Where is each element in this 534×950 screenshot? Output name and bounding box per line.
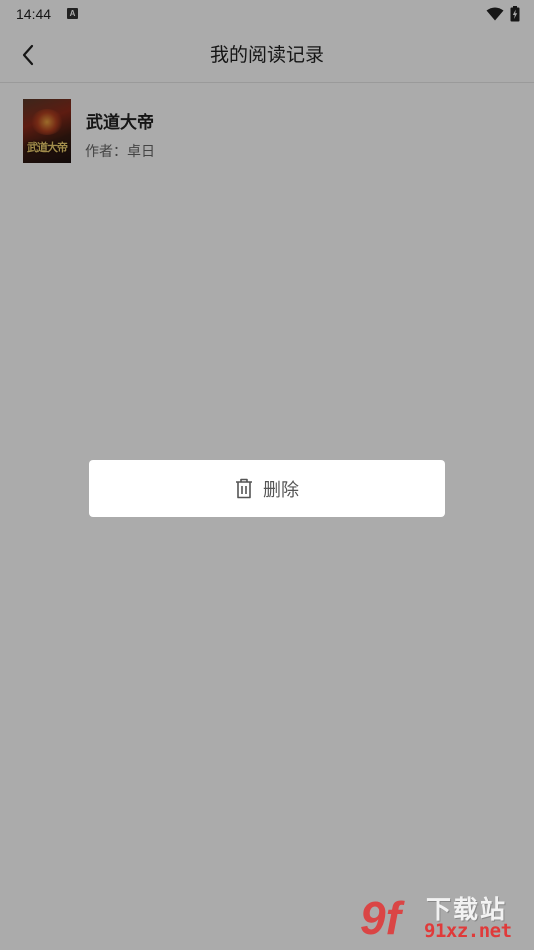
watermark-url: 91xz.net <box>424 920 512 942</box>
trash-icon <box>236 478 252 499</box>
delete-button[interactable]: 删除 <box>89 460 445 517</box>
watermark-logo: 9f <box>360 892 401 944</box>
delete-label: 删除 <box>263 479 299 501</box>
watermark: 9f 下载站 91xz.net <box>360 890 532 948</box>
